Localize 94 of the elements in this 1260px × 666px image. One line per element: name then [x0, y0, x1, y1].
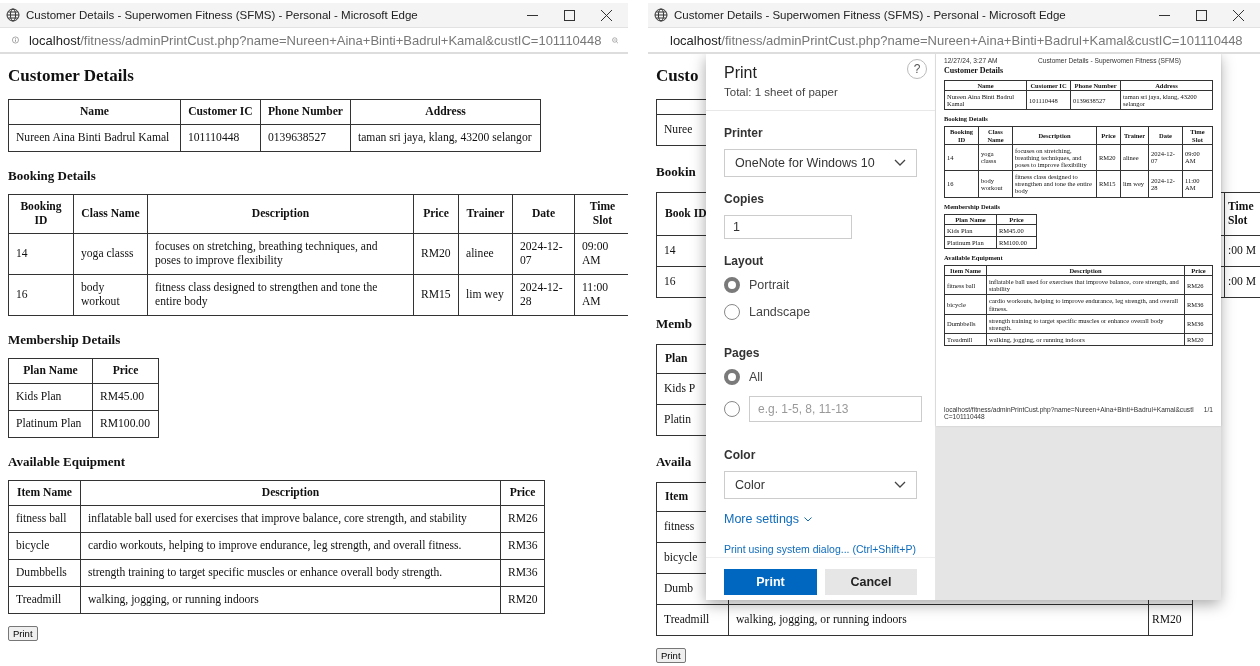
table-header-cell: Time Slot — [574, 194, 628, 234]
table-cell: RM100.00 — [92, 410, 159, 438]
maximize-icon[interactable] — [1196, 9, 1207, 21]
window-title: Customer Details - Superwomen Fitness (SFMS) - Personal - Microsoft Edge — [26, 9, 419, 21]
color-dropdown[interactable]: Color — [724, 471, 917, 499]
table-header-cell: Description — [147, 194, 414, 234]
table-cell: 2024-12-28 — [512, 274, 575, 316]
section-heading: Available Equipment — [8, 454, 126, 470]
field-label: Printer — [724, 126, 764, 140]
table-cell: lim wey — [458, 274, 513, 316]
table-cell: walking, jogging, or running indoors — [80, 586, 501, 614]
table-cell: 14 — [8, 233, 74, 275]
table-header-cell: Date — [512, 194, 575, 234]
maximize-icon[interactable] — [564, 9, 575, 21]
table-cell: 16 — [8, 274, 74, 316]
table-cell: yoga classs — [73, 233, 148, 275]
url-text[interactable]: localhost/fitness/adminPrintCust.php?name=Nureen+Aina+Binti+Badrul+Kamal&custIC=101110448 — [28, 32, 602, 48]
table-cell: 0139638527 — [260, 124, 351, 152]
table-cell: bicycle — [8, 532, 81, 560]
table-cell: alinee — [458, 233, 513, 275]
page-title: Customer Details — [8, 66, 134, 86]
dialog-title: Print — [724, 64, 758, 82]
radio-label[interactable]: Landscape — [749, 305, 811, 319]
field-label: Color — [724, 448, 757, 462]
globe-icon — [654, 8, 668, 22]
close-icon[interactable] — [601, 9, 612, 21]
window-title: Customer Details - Superwomen Fitness (SFMS) - Personal - Microsoft Edge — [674, 9, 1067, 21]
table-header-cell: Class Name — [73, 194, 148, 234]
help-button[interactable]: ? — [907, 59, 927, 79]
radio-button[interactable] — [724, 277, 740, 293]
table-cell: Platinum Plan — [8, 410, 93, 438]
page-range-field[interactable]: e.g. 1-5, 8, 11-13 — [749, 396, 922, 422]
table-cell: RM26 — [500, 505, 545, 533]
table-cell: RM20 — [413, 233, 459, 275]
section-heading: Booking Details — [8, 168, 96, 184]
table-cell: 2024-12-07 — [512, 233, 575, 275]
radio-label[interactable]: Portrait — [749, 278, 790, 292]
table-cell: cardio workouts, helping to improve endurance, leg strength, and overall fitness. — [80, 532, 501, 560]
print-button[interactable]: Print — [724, 569, 817, 595]
radio-button[interactable] — [724, 369, 740, 385]
section-heading: Availa — [656, 454, 692, 470]
table-cell: RM45.00 — [92, 383, 159, 411]
table-cell: Treadmill — [656, 604, 729, 636]
section-heading: Membership Details — [8, 332, 121, 348]
globe-icon — [6, 8, 20, 22]
table-header-cell: Name — [8, 99, 181, 125]
print-button[interactable]: Print — [656, 648, 686, 663]
dialog-subtitle: Total: 1 sheet of paper — [724, 86, 839, 98]
table-cell: RM36 — [500, 532, 545, 560]
table-header-cell: Item Name — [8, 480, 81, 506]
table-header-cell: Phone Number — [260, 99, 351, 125]
table-cell: RM20 — [1148, 604, 1193, 636]
radio-label[interactable]: All — [749, 370, 763, 384]
table-header-cell: Address — [350, 99, 541, 125]
field-label: Layout — [724, 254, 765, 268]
copies-field[interactable]: 1 — [724, 215, 852, 239]
table-cell: Kids Plan — [8, 383, 93, 411]
table-cell: RM15 — [413, 274, 459, 316]
table-cell: fitness class designed to strengthen and tone the entire body — [147, 274, 414, 316]
table-header-cell: Trainer — [458, 194, 513, 234]
cancel-button[interactable]: Cancel — [825, 569, 917, 595]
table-cell: fitness ball — [8, 505, 81, 533]
table-header-cell: Price — [92, 358, 159, 384]
table-cell: Treadmill — [8, 586, 81, 614]
print-button[interactable]: Print — [8, 626, 38, 641]
table-header-cell: Booking ID — [8, 194, 74, 234]
printer-dropdown[interactable]: OneNote for Windows 10 — [724, 149, 917, 177]
table-cell: RM36 — [500, 559, 545, 587]
table-cell: inflatable ball used for exercises that improve balance, core strength, and stability — [80, 505, 501, 533]
url-text[interactable]: localhost/fitness/adminPrintCust.php?name=Nureen+Aina+Binti+Badrul+Kamal&custIC=101110448 — [670, 32, 1243, 48]
table-cell: taman sri jaya, klang, 43200 selangor — [350, 124, 541, 152]
table-cell: 101110448 — [180, 124, 261, 152]
chevron-down-icon — [894, 481, 906, 489]
field-label: Copies — [724, 192, 765, 206]
table-cell: strength training to target specific muscles or enhance overall body strength. — [80, 559, 501, 587]
table-header-cell: Description — [80, 480, 501, 506]
table-header-cell: Time Slot — [1224, 192, 1260, 236]
table-cell: body workout — [73, 274, 148, 316]
table-cell: Nureen Aina Binti Badrul Kamal — [8, 124, 181, 152]
table-header-cell: Customer IC — [180, 99, 261, 125]
table-header-cell: Price — [413, 194, 459, 234]
page-title: Customer Details — [944, 66, 1004, 75]
table-header-cell: Plan Name — [8, 358, 93, 384]
close-icon[interactable] — [1233, 9, 1244, 21]
table-cell: Dumbbells — [8, 559, 81, 587]
table-cell: RM20 — [500, 586, 545, 614]
table-cell: walking, jogging, or running indoors — [728, 604, 1149, 636]
chevron-down-icon — [804, 516, 813, 522]
chevron-down-icon — [894, 159, 906, 167]
section-heading: Bookin — [656, 164, 696, 180]
table-cell: focuses on stretching, breathing techniques, and poses to improve flexibility — [147, 233, 414, 275]
section-heading: Memb — [656, 316, 693, 332]
table-header-cell: Price — [500, 480, 545, 506]
page-title: Custo — [656, 66, 699, 86]
